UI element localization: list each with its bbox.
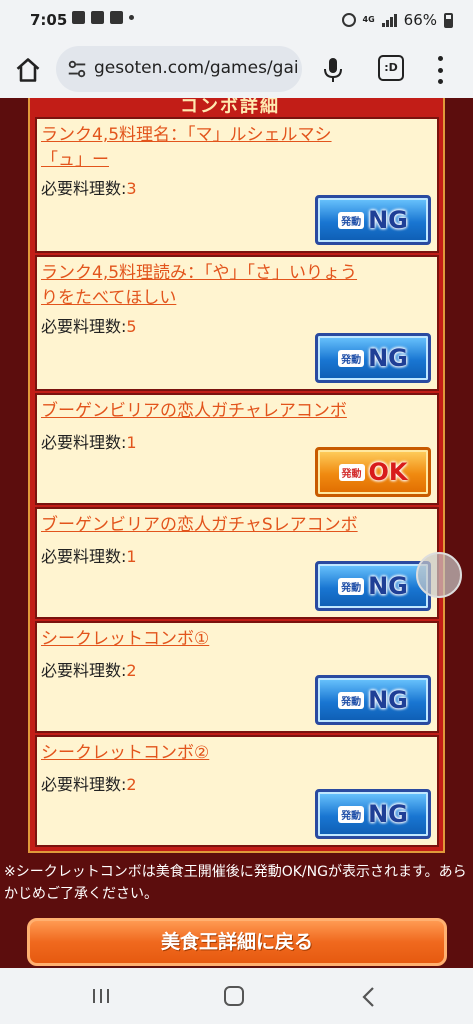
required-count-label: 必要料理数: — [41, 547, 127, 566]
required-count-label: 必要料理数: — [41, 433, 127, 452]
required-count: 必要料理数:3 — [41, 175, 137, 199]
combo-title-line2[interactable]: りをたべてほしい — [41, 286, 433, 311]
system-nav-bar — [0, 968, 473, 1024]
required-count-value: 2 — [126, 661, 137, 680]
back-to-details-button[interactable]: 美食王詳細に戻る — [27, 918, 447, 966]
url-text: gesoten.com/games/gai — [94, 58, 299, 78]
required-count: 必要料理数:5 — [41, 313, 137, 337]
combo-title-link[interactable]: ランク4,5料理読み：「や」「さ」いりょう りをたべてほしい — [41, 261, 433, 311]
recents-icon[interactable] — [90, 988, 112, 1004]
required-count-label: 必要料理数: — [41, 179, 127, 198]
signal-icon — [381, 13, 397, 27]
combo-item: ランク4,5料理名：「マ」ルシェルマシ 「ュ」ー 必要料理数:3 発動 NG — [35, 117, 439, 253]
tab-switcher-button[interactable]: :D — [378, 55, 404, 81]
activation-status: NG — [368, 206, 408, 234]
browser-toolbar: gesoten.com/games/gai :D — [0, 42, 473, 98]
combo-item: ランク4,5料理読み：「や」「さ」いりょう りをたべてほしい 必要料理数:5 発… — [35, 255, 439, 391]
required-count-label: 必要料理数: — [41, 661, 127, 680]
status-time: 7:05 — [30, 11, 68, 29]
required-count-label: 必要料理数: — [41, 317, 127, 336]
back-nav-icon[interactable] — [360, 986, 376, 1008]
mail-notification-icon — [110, 11, 123, 24]
activation-status: OK — [368, 458, 408, 486]
activation-label: 発動 — [338, 691, 365, 709]
required-count: 必要料理数:1 — [41, 429, 137, 453]
news-notification-icon — [91, 11, 104, 24]
home-icon[interactable] — [14, 56, 42, 84]
site-settings-icon[interactable] — [66, 58, 88, 80]
activation-label: 発動 — [338, 463, 365, 481]
required-count-value: 5 — [126, 317, 137, 336]
combo-title-link[interactable]: ブーゲンビリアの恋人ガチャレアコンボ — [41, 399, 433, 424]
system-icons: 4G 66% — [341, 11, 453, 29]
notification-icons — [72, 11, 134, 24]
combo-title-line1[interactable]: ランク4,5料理名：「マ」ルシェルマシ — [41, 123, 433, 148]
activation-ok-badge: 発動 OK — [315, 447, 431, 497]
section-header: コンボ詳細 — [180, 98, 280, 117]
required-count: 必要料理数:2 — [41, 771, 137, 795]
required-count-label: 必要料理数: — [41, 775, 127, 794]
floating-action-icon[interactable] — [416, 552, 462, 598]
status-bar: 7:05 4G 66% — [0, 0, 473, 42]
activation-status: NG — [368, 344, 408, 372]
combo-item: シークレットコンボ① 必要料理数:2 発動 NG — [35, 621, 439, 733]
alarm-icon — [341, 13, 356, 27]
combo-panel: コンボ詳細 ランク4,5料理名：「マ」ルシェルマシ 「ュ」ー 必要料理数:3 発… — [28, 98, 445, 853]
required-count-value: 3 — [126, 179, 137, 198]
combo-title-line1[interactable]: ブーゲンビリアの恋人ガチャレアコンボ — [41, 399, 433, 424]
microphone-icon[interactable] — [322, 56, 344, 84]
combo-title-line1[interactable]: シークレットコンボ② — [41, 741, 433, 766]
activation-ng-badge: 発動 NG — [315, 675, 431, 725]
activation-label: 発動 — [338, 349, 365, 367]
activation-label: 発動 — [338, 577, 365, 595]
activation-ng-badge: 発動 NG — [315, 333, 431, 383]
activation-label: 発動 — [338, 211, 365, 229]
combo-item: シークレットコンボ② 必要料理数:2 発動 NG — [35, 735, 439, 847]
more-notifications-icon — [129, 15, 134, 20]
combo-title-line2[interactable]: 「ュ」ー — [41, 148, 433, 173]
combo-title-line1[interactable]: シークレットコンボ① — [41, 627, 433, 652]
page-content: コンボ詳細 ランク4,5料理名：「マ」ルシェルマシ 「ュ」ー 必要料理数:3 発… — [0, 98, 473, 968]
combo-title-line1[interactable]: ブーゲンビリアの恋人ガチャSレアコンボ — [41, 513, 433, 538]
combo-item: ブーゲンビリアの恋人ガチャレアコンボ 必要料理数:1 発動 OK — [35, 393, 439, 505]
combo-title-link[interactable]: ランク4,5料理名：「マ」ルシェルマシ 「ュ」ー — [41, 123, 433, 173]
battery-percent: 66% — [403, 11, 437, 29]
address-bar[interactable]: gesoten.com/games/gai — [56, 46, 302, 92]
activation-ng-badge: 発動 NG — [315, 561, 431, 611]
home-nav-icon[interactable] — [224, 986, 244, 1006]
footnote: ※シークレットコンボは美食王開催後に発動OK/NGが表示されます。あらかじめご了… — [4, 864, 467, 902]
battery-icon — [444, 12, 453, 28]
required-count-value: 2 — [126, 775, 137, 794]
activation-label: 発動 — [338, 805, 365, 823]
combo-title-link[interactable]: シークレットコンボ② — [41, 741, 433, 766]
required-count: 必要料理数:2 — [41, 657, 137, 681]
required-count-value: 1 — [126, 433, 137, 452]
activation-status: NG — [368, 800, 408, 828]
activation-status: NG — [368, 572, 408, 600]
combo-title-line1[interactable]: ランク4,5料理読み：「や」「さ」いりょう — [41, 261, 433, 286]
required-count: 必要料理数:1 — [41, 543, 137, 567]
network-type: 4G — [362, 15, 375, 24]
image-notification-icon — [72, 11, 85, 24]
activation-ng-badge: 発動 NG — [315, 195, 431, 245]
more-menu-icon[interactable] — [436, 56, 444, 84]
required-count-value: 1 — [126, 547, 137, 566]
combo-title-link[interactable]: シークレットコンボ① — [41, 627, 433, 652]
combo-title-link[interactable]: ブーゲンビリアの恋人ガチャSレアコンボ — [41, 513, 433, 538]
combo-item: ブーゲンビリアの恋人ガチャSレアコンボ 必要料理数:1 発動 NG — [35, 507, 439, 619]
activation-ng-badge: 発動 NG — [315, 789, 431, 839]
activation-status: NG — [368, 686, 408, 714]
